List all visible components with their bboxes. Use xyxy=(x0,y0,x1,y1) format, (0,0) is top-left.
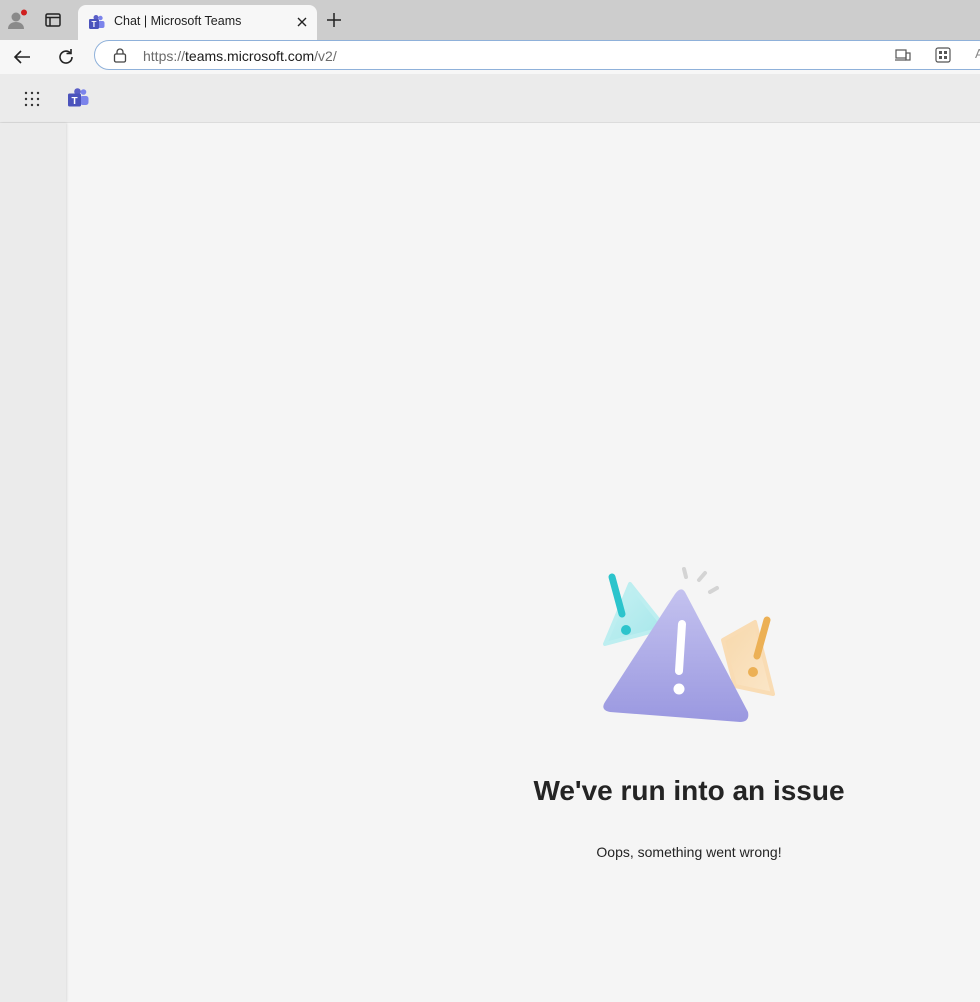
lock-icon[interactable] xyxy=(113,48,127,63)
reload-icon[interactable] xyxy=(56,47,76,67)
svg-text:T: T xyxy=(71,96,77,107)
active-tab[interactable]: T Chat | Microsoft Teams xyxy=(78,5,317,40)
new-tab-button[interactable] xyxy=(325,11,343,29)
url-host: teams.microsoft.com xyxy=(185,48,315,64)
app-launcher-icon[interactable] xyxy=(24,91,40,107)
svg-text:T: T xyxy=(92,20,97,29)
error-message: Oops, something went wrong! xyxy=(596,844,782,860)
teams-logo-icon[interactable]: T xyxy=(67,87,89,109)
app-available-icon[interactable] xyxy=(895,48,911,62)
url-scheme: https:// xyxy=(143,48,186,64)
read-aloud-icon[interactable]: A xyxy=(975,46,980,61)
teams-header: T xyxy=(0,74,980,123)
url-text[interactable]: https://teams.microsoft.com/v2/ xyxy=(143,48,337,64)
profile-avatar-icon[interactable] xyxy=(6,9,28,31)
tab-title: Chat | Microsoft Teams xyxy=(114,14,242,28)
warning-illustration-icon xyxy=(595,562,785,732)
url-path: /v2/ xyxy=(314,48,337,64)
back-arrow-icon[interactable] xyxy=(12,47,32,67)
app-rail xyxy=(0,123,66,1002)
tab-actions-icon[interactable] xyxy=(44,11,62,29)
browser-tab-strip: T Chat | Microsoft Teams xyxy=(0,0,980,40)
qr-code-icon[interactable] xyxy=(935,47,951,63)
teams-icon: T xyxy=(88,14,105,31)
address-bar[interactable]: https://teams.microsoft.com/v2/ A xyxy=(94,40,980,70)
close-icon[interactable] xyxy=(295,15,309,29)
browser-toolbar: https://teams.microsoft.com/v2/ A xyxy=(0,40,980,74)
error-title: We've run into an issue xyxy=(533,775,845,806)
